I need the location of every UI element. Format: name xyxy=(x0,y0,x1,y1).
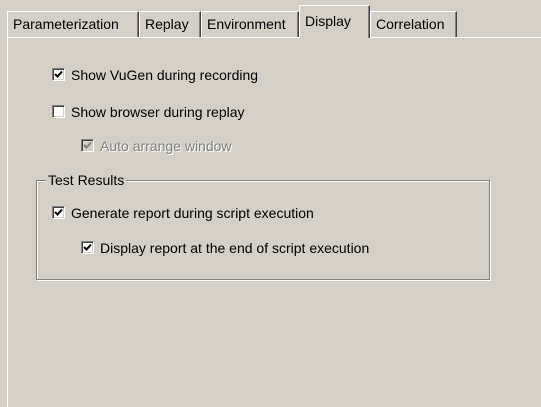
tab-label: Display xyxy=(305,13,351,29)
checkbox-box[interactable] xyxy=(81,241,94,254)
tab-environment[interactable]: Environment xyxy=(201,11,299,37)
auto-arrange-label: Auto arrange window xyxy=(100,138,232,154)
checkbox-box[interactable] xyxy=(52,206,65,219)
tab-label: Environment xyxy=(207,16,286,32)
checkmark-icon xyxy=(54,70,63,78)
show-vugen-label: Show VuGen during recording xyxy=(71,67,259,83)
checkmark-icon xyxy=(54,208,63,216)
tab-display[interactable]: Display xyxy=(299,5,370,38)
checkbox-box[interactable] xyxy=(52,105,65,118)
checkmark-icon xyxy=(83,243,92,251)
checkbox-box xyxy=(81,139,94,152)
tab-parameterization[interactable]: Parameterization xyxy=(7,11,139,37)
tab-label: Replay xyxy=(145,16,189,32)
generate-report-label: Generate report during script execution xyxy=(71,205,314,221)
tab-correlation[interactable]: Correlation xyxy=(370,11,457,37)
tab-label: Parameterization xyxy=(13,16,119,32)
test-results-title: Test Results xyxy=(46,171,127,189)
test-results-group xyxy=(36,180,490,280)
tab-replay[interactable]: Replay xyxy=(139,11,201,37)
checkbox-box[interactable] xyxy=(52,68,65,81)
display-report-label: Display report at the end of script exec… xyxy=(100,240,370,256)
show-browser-label: Show browser during replay xyxy=(71,104,245,120)
checkmark-icon xyxy=(83,141,92,149)
tab-label: Correlation xyxy=(376,16,445,32)
